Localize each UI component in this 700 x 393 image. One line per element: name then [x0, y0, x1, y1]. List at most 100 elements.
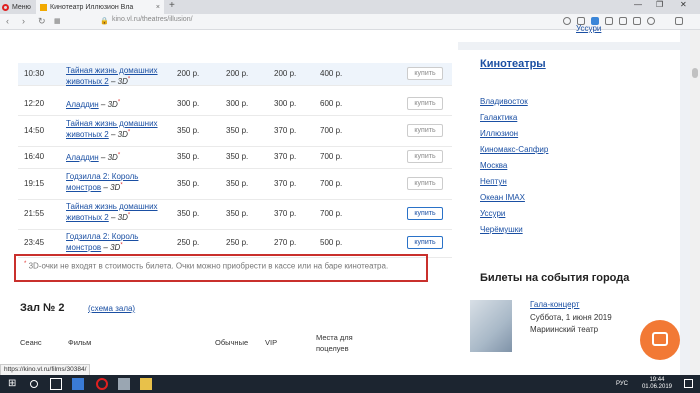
buy-button[interactable]: купить [407, 150, 443, 163]
film-link-line2[interactable]: монстров [66, 243, 101, 252]
opera-menu-button[interactable]: Меню [2, 0, 34, 14]
window-close-icon[interactable]: ✕ [680, 0, 687, 9]
cinemas-title[interactable]: Кинотеатры [480, 58, 546, 70]
film-link-line2[interactable]: животных 2 [66, 77, 109, 86]
cinema-link[interactable]: Владивосток [480, 97, 528, 106]
star-mark: * [127, 212, 131, 219]
event-link[interactable]: Гала-концерт [530, 300, 579, 309]
search-icon[interactable] [563, 17, 571, 25]
cinema-link[interactable]: Уссури [480, 209, 505, 218]
opera-taskbar-icon[interactable] [96, 378, 108, 390]
page-scrollbar[interactable] [690, 30, 700, 375]
price-couples: 700 р. [320, 179, 343, 188]
star-mark: * [120, 242, 123, 249]
price-2: 350 р. [226, 126, 249, 135]
format-label: – 3D [100, 100, 118, 109]
account-icon[interactable] [647, 17, 655, 25]
tab-active[interactable]: Кинотеатр Иллюзион Вла × [36, 0, 164, 14]
star-mark: * [127, 76, 131, 83]
ghost-link[interactable]: Уссури [576, 24, 601, 33]
cinema-link[interactable]: Иллюзион [480, 129, 518, 138]
price-regular: 350 р. [177, 126, 200, 135]
speed-dial-icon[interactable]: ▦ [54, 17, 61, 25]
explorer-icon[interactable] [72, 378, 84, 390]
film-link[interactable]: Аладдин [66, 153, 99, 162]
header-session: Сеанс [20, 338, 42, 347]
price-2: 350 р. [226, 179, 249, 188]
film-link[interactable]: Аладдин [66, 100, 99, 109]
star-mark: * [127, 129, 131, 136]
film-link[interactable]: Годзилла 2: Король [66, 172, 138, 181]
film-link[interactable]: Годзилла 2: Король [66, 232, 138, 241]
maximize-icon[interactable]: ❐ [656, 0, 663, 9]
price-couples: 600 р. [320, 99, 343, 108]
price-vip: 370 р. [274, 179, 297, 188]
session-row: 19:15 Годзилла 2: Король монстров – 3D* … [18, 169, 452, 200]
windows-start-icon[interactable]: ⊞ [8, 378, 20, 390]
clock[interactable]: 19:44 01.06.2019 [642, 377, 672, 391]
search-taskbar-icon[interactable] [30, 380, 38, 388]
cinema-link[interactable]: Киномакс-Сапфир [480, 145, 548, 154]
price-regular: 300 р. [177, 99, 200, 108]
film-link-line2[interactable]: животных 2 [66, 130, 109, 139]
price-2: 350 р. [226, 209, 249, 218]
bookmark-icon[interactable] [619, 17, 627, 25]
calculator-icon[interactable] [118, 378, 130, 390]
buy-button[interactable]: купить [407, 67, 443, 80]
minimize-icon[interactable]: — [634, 0, 642, 9]
price-couples: 400 р. [320, 69, 343, 78]
forward-icon[interactable]: › [22, 16, 25, 26]
scrollbar-thumb[interactable] [692, 68, 698, 78]
reload-icon[interactable]: ↻ [38, 16, 46, 27]
buy-button[interactable]: купить [407, 236, 443, 249]
event-place: Мариинский театр [530, 325, 599, 334]
new-tab-button[interactable]: + [169, 0, 175, 11]
film-link-line2[interactable]: животных 2 [66, 213, 109, 222]
buy-button[interactable]: купить [407, 177, 443, 190]
price-2: 300 р. [226, 99, 249, 108]
price-vip: 370 р. [274, 152, 297, 161]
buy-button[interactable]: купить [407, 207, 443, 220]
notifications-icon[interactable] [684, 379, 693, 388]
price-vip: 270 р. [274, 238, 297, 247]
cinema-link[interactable]: Черёмушки [480, 225, 523, 234]
language-indicator[interactable]: РУС [616, 381, 628, 387]
back-icon[interactable]: ‹ [6, 16, 9, 26]
header-vip: VIP [265, 338, 278, 347]
film-link[interactable]: Тайная жизнь домашних [66, 66, 158, 75]
heart-icon[interactable] [605, 17, 613, 25]
cinema-link[interactable]: Океан IMAX [480, 193, 525, 202]
url-field[interactable]: kino.vl.ru/theatres/illusion/ [112, 16, 193, 23]
price-vip: 370 р. [274, 209, 297, 218]
cinema-link[interactable]: Нептун [480, 177, 507, 186]
opera-logo-icon [2, 3, 9, 11]
session-time: 23:45 [24, 238, 45, 247]
film-link[interactable]: Тайная жизнь домашних [66, 119, 158, 128]
chat-icon [652, 332, 668, 346]
price-regular: 350 р. [177, 179, 200, 188]
task-view-icon[interactable] [50, 378, 62, 390]
cinema-link[interactable]: Галактика [480, 113, 517, 122]
film-link-line2[interactable]: монстров [66, 183, 101, 192]
cinema-link[interactable]: Москва [480, 161, 507, 170]
hall-scheme-link[interactable]: (схема зала) [88, 304, 135, 313]
clock-date: 01.06.2019 [641, 384, 672, 390]
film-link[interactable]: Тайная жизнь домашних [66, 202, 158, 211]
files-icon[interactable] [140, 378, 152, 390]
session-time: 12:20 [24, 99, 45, 108]
tab-close-icon[interactable]: × [156, 4, 160, 11]
price-2: 350 р. [226, 152, 249, 161]
easy-setup-icon[interactable] [675, 17, 683, 25]
format-label: – 3D [111, 130, 128, 139]
price-couples: 500 р. [320, 238, 343, 247]
price-2: 250 р. [226, 238, 249, 247]
event-image[interactable] [470, 300, 512, 352]
chat-widget-button[interactable] [640, 320, 680, 360]
download-icon[interactable] [633, 17, 641, 25]
glasses-note: * 3D-очки не входят в стоимость билета. … [14, 254, 428, 282]
buy-button[interactable]: купить [407, 124, 443, 137]
price-couples: 700 р. [320, 152, 343, 161]
format-label: – 3D [100, 153, 118, 162]
price-couples: 700 р. [320, 209, 343, 218]
buy-button[interactable]: купить [407, 97, 443, 110]
